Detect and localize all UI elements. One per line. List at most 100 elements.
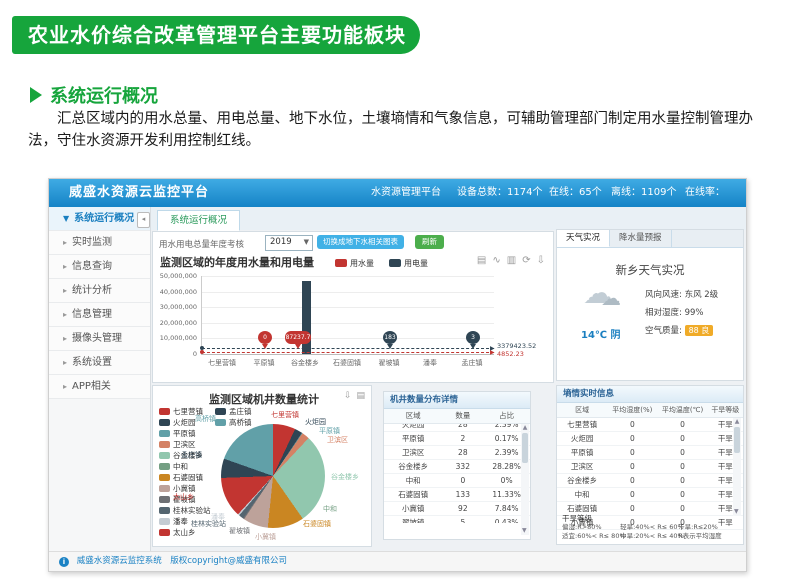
drought-legend-title: 干旱等级 — [562, 514, 738, 523]
soil-table-title: 墒情实时信息 — [557, 386, 743, 403]
legend-swatch — [159, 496, 170, 503]
pie-chart-title: 监测区域机井数量统计 — [209, 391, 319, 407]
scroll-down-icon[interactable]: ▼ — [522, 527, 527, 535]
switch-groundwater-button[interactable]: 切换成地下水相关图表 — [317, 235, 404, 249]
legend-label: 中和 — [173, 462, 188, 471]
table-row[interactable]: 中和00% — [384, 474, 530, 488]
sidebar-item-overview[interactable]: ▼系统运行概况 — [49, 207, 150, 231]
pin-marker[interactable]: 3 — [466, 331, 480, 349]
gridline — [202, 292, 494, 293]
tab-weather-live[interactable]: 天气实况 — [557, 230, 610, 247]
section-description: 汇总区域内的用水总量、用电总量、地下水位，土壤墒情和气象信息，可辅助管理部门制定… — [28, 108, 776, 152]
data-view-icon[interactable]: ▤ — [356, 391, 365, 401]
legend-label: 用电量 — [404, 259, 428, 268]
download-icon[interactable]: ⇩ — [344, 391, 352, 401]
table-row[interactable]: 平原镇20.17% — [384, 432, 530, 446]
chevron-down-icon: ▼ — [304, 236, 309, 249]
scrollbar[interactable]: ▲ ▼ — [733, 418, 741, 516]
line-arrow-icon: ▶ — [490, 349, 495, 356]
sidebar-item-realtime[interactable]: ▸实时监测 — [49, 231, 150, 255]
gridline — [202, 276, 494, 277]
refresh-button[interactable]: 刷新 — [415, 235, 444, 249]
legend-label: 平原镇 — [173, 429, 196, 438]
sidebar-item-camera-mgmt[interactable]: ▸摄像头管理 — [49, 327, 150, 351]
pin-value: 183 — [384, 334, 395, 341]
sidebar-item-info-query[interactable]: ▸信息查询 — [49, 255, 150, 279]
pin-value: 0 — [263, 334, 267, 341]
x-tick: 翟坡镇 — [367, 358, 411, 368]
legend-item[interactable]: 中和 — [159, 461, 211, 472]
sidebar-item-label: APP相关 — [72, 381, 111, 392]
year-select-value: 2019 — [270, 237, 292, 247]
table-row[interactable]: 火炬园00干旱 — [557, 432, 743, 446]
legend-electricity[interactable]: 用电量 — [389, 258, 428, 269]
chart-toolbox: ▤ ∿ ▥ ⟳ ⇩ — [471, 255, 545, 266]
x-tick: 孟庄镇 — [450, 358, 494, 368]
platform-label: 水资源管理平台 — [371, 179, 441, 207]
pie-label: 谷金楼乡 — [331, 472, 359, 482]
sidebar-item-label: 摄像头管理 — [72, 333, 122, 344]
sidebar-collapse-button[interactable]: ◂ — [137, 212, 150, 228]
legend-water[interactable]: 用水量 — [335, 258, 374, 269]
sidebar-item-settings[interactable]: ▸ 系统设置 — [49, 351, 150, 375]
table-row[interactable]: 谷金楼乡00干旱 — [557, 474, 743, 488]
scrollbar[interactable]: ▲ ▼ — [521, 424, 529, 535]
table-row[interactable]: 七里营镇00干旱 — [557, 418, 743, 432]
legend-label: 石婆固镇 — [173, 473, 203, 482]
chevron-right-icon: ▸ — [63, 382, 67, 391]
line-chart-icon[interactable]: ∿ — [492, 255, 500, 266]
cloud-icon: ☁ — [601, 286, 621, 310]
page-banner: 农业水价综合改革管理平台主要功能板块 — [12, 16, 420, 54]
tab-overview[interactable]: 系统运行概况 — [157, 210, 240, 231]
table-row[interactable]: 翟坡镇50.43% — [384, 516, 530, 523]
dashboard-screenshot: 威盛水资源云监控平台 水资源管理平台 设备总数：1174个 在线：65个 离线：… — [48, 178, 747, 572]
line-start-dot — [200, 350, 204, 354]
chevron-down-icon: ▼ — [63, 214, 69, 223]
data-view-icon[interactable]: ▤ — [477, 255, 486, 266]
bar-chart-icon[interactable]: ▥ — [507, 255, 516, 266]
pin-marker[interactable]: 0 — [258, 331, 272, 349]
table-row[interactable]: 谷金楼乡33228.28% — [384, 460, 530, 474]
legend-swatch — [159, 430, 170, 437]
scroll-thumb[interactable] — [522, 433, 528, 463]
legend-item[interactable]: 高桥镇 — [215, 417, 252, 428]
pin-marker[interactable]: 87237.7 — [285, 331, 311, 349]
x-tick: 七里营镇 — [200, 358, 244, 368]
sidebar-item-label: 系统设置 — [72, 357, 112, 368]
sidebar-item-info-mgmt[interactable]: ▸信息管理 — [49, 303, 150, 327]
app-footer: i 威盛水资源云监控系统 版权copyright@威盛有限公司 — [49, 551, 747, 571]
legend-item[interactable]: 石婆固镇 — [159, 472, 211, 483]
table-row[interactable]: 火炬园282.39% — [384, 424, 530, 432]
chevron-right-icon: ▸ — [63, 358, 67, 367]
table-row[interactable]: 石婆固镇13311.33% — [384, 488, 530, 502]
legend-item[interactable]: 平原镇 — [159, 428, 211, 439]
year-select[interactable]: 2019 ▼ — [265, 235, 313, 251]
restore-icon[interactable]: ⟳ — [522, 255, 530, 266]
table-row[interactable]: 卫滨区00干旱 — [557, 460, 743, 474]
tab-precip-forecast[interactable]: 降水量预报 — [610, 230, 672, 247]
pie-chart[interactable] — [221, 424, 325, 528]
col-count: 数量 — [442, 409, 483, 423]
scroll-up-icon[interactable]: ▲ — [733, 418, 741, 426]
table-row[interactable]: 平原镇00干旱 — [557, 446, 743, 460]
pie-label: 七里营镇 — [271, 410, 299, 420]
pin-marker[interactable]: 183 — [383, 331, 397, 349]
pie-legend-col2: 孟庄镇 高桥镇 — [215, 406, 252, 428]
legend-swatch — [159, 485, 170, 492]
table-row[interactable]: 小冀镇927.84% — [384, 502, 530, 516]
pie-label: 高桥镇 — [195, 414, 216, 424]
table-row[interactable]: 中和00干旱 — [557, 488, 743, 502]
x-tick: 石婆固镇 — [325, 358, 369, 368]
stat-online: 在线：65个 — [549, 179, 602, 207]
sidebar-item-statistics[interactable]: ▸统计分析 — [49, 279, 150, 303]
download-icon[interactable]: ⇩ — [537, 255, 545, 266]
table-row[interactable]: 卫滨区282.39% — [384, 446, 530, 460]
weather-panel: 天气实况 降水量预报 新乡天气实况 ☁ ☁ 14℃ 阴 风向风速: 东风 2级 … — [556, 229, 744, 381]
scroll-thumb[interactable] — [734, 427, 740, 453]
legend-item[interactable]: 桂林实验站 — [159, 505, 211, 516]
chevron-right-icon: ▸ — [63, 262, 67, 271]
scroll-up-icon[interactable]: ▲ — [521, 424, 529, 432]
legend-item[interactable]: 卫滨区 — [159, 439, 211, 450]
sidebar-item-app[interactable]: ▸ APP相关 — [49, 375, 150, 399]
legend-item[interactable]: 孟庄镇 — [215, 406, 252, 417]
